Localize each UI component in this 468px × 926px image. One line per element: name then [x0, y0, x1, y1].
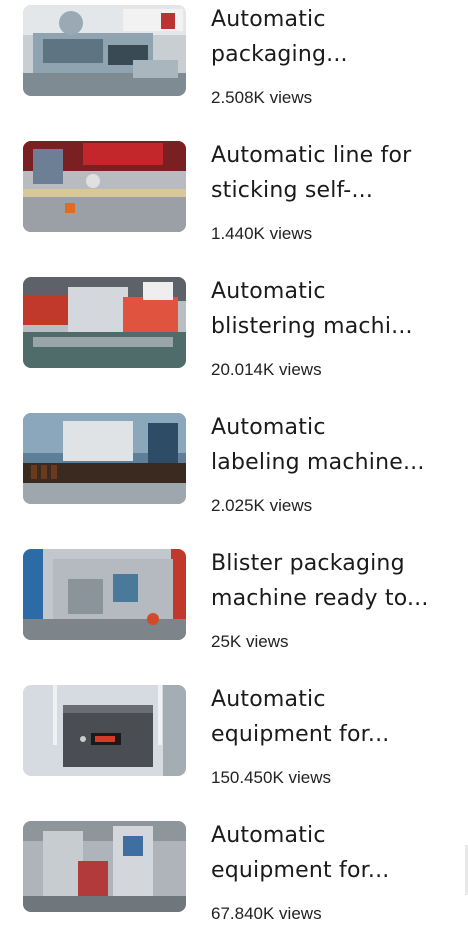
view-count: 67.840K views [211, 904, 322, 923]
video-item[interactable]: Automatic line for sticking self-... 1.4… [0, 136, 468, 246]
video-title[interactable]: Automatic equipment for... [211, 682, 451, 752]
video-title[interactable]: Blister packaging machine ready to... [211, 546, 451, 616]
packaging-machine-thumbnail[interactable] [23, 5, 186, 96]
video-item[interactable]: Automatic labeling machine... 2.025K vie… [0, 408, 468, 518]
video-title[interactable]: Automatic line for sticking self-... [211, 138, 451, 208]
video-item[interactable]: Automatic packaging... 2.508K views [0, 0, 468, 110]
vertical-packer-thumbnail[interactable] [23, 821, 186, 912]
video-title[interactable]: Automatic equipment for... [211, 818, 451, 888]
view-count: 25K views [211, 632, 289, 651]
video-item[interactable]: Automatic equipment for... 67.840K views [0, 816, 468, 926]
blister-packaging-thumbnail[interactable] [23, 549, 186, 640]
video-item[interactable]: Automatic blistering machi... 20.014K vi… [0, 272, 468, 382]
blistering-machine-thumbnail[interactable] [23, 277, 186, 368]
video-title[interactable]: Automatic blistering machi... [211, 274, 451, 344]
view-count: 2.508K views [211, 88, 313, 107]
view-count: 150.450K views [211, 768, 332, 787]
video-item[interactable]: Automatic equipment for... 150.450K view… [0, 680, 468, 790]
video-title[interactable]: Automatic labeling machine... [211, 410, 451, 480]
filling-equipment-thumbnail[interactable] [23, 685, 186, 776]
video-title[interactable]: Automatic packaging... [211, 2, 451, 72]
video-item[interactable]: Blister packaging machine ready to... 25… [0, 544, 468, 654]
view-count: 2.025K views [211, 496, 313, 515]
view-count: 1.440K views [211, 224, 313, 243]
sticking-line-thumbnail[interactable] [23, 141, 186, 232]
labeling-machine-thumbnail[interactable] [23, 413, 186, 504]
view-count: 20.014K views [211, 360, 322, 379]
